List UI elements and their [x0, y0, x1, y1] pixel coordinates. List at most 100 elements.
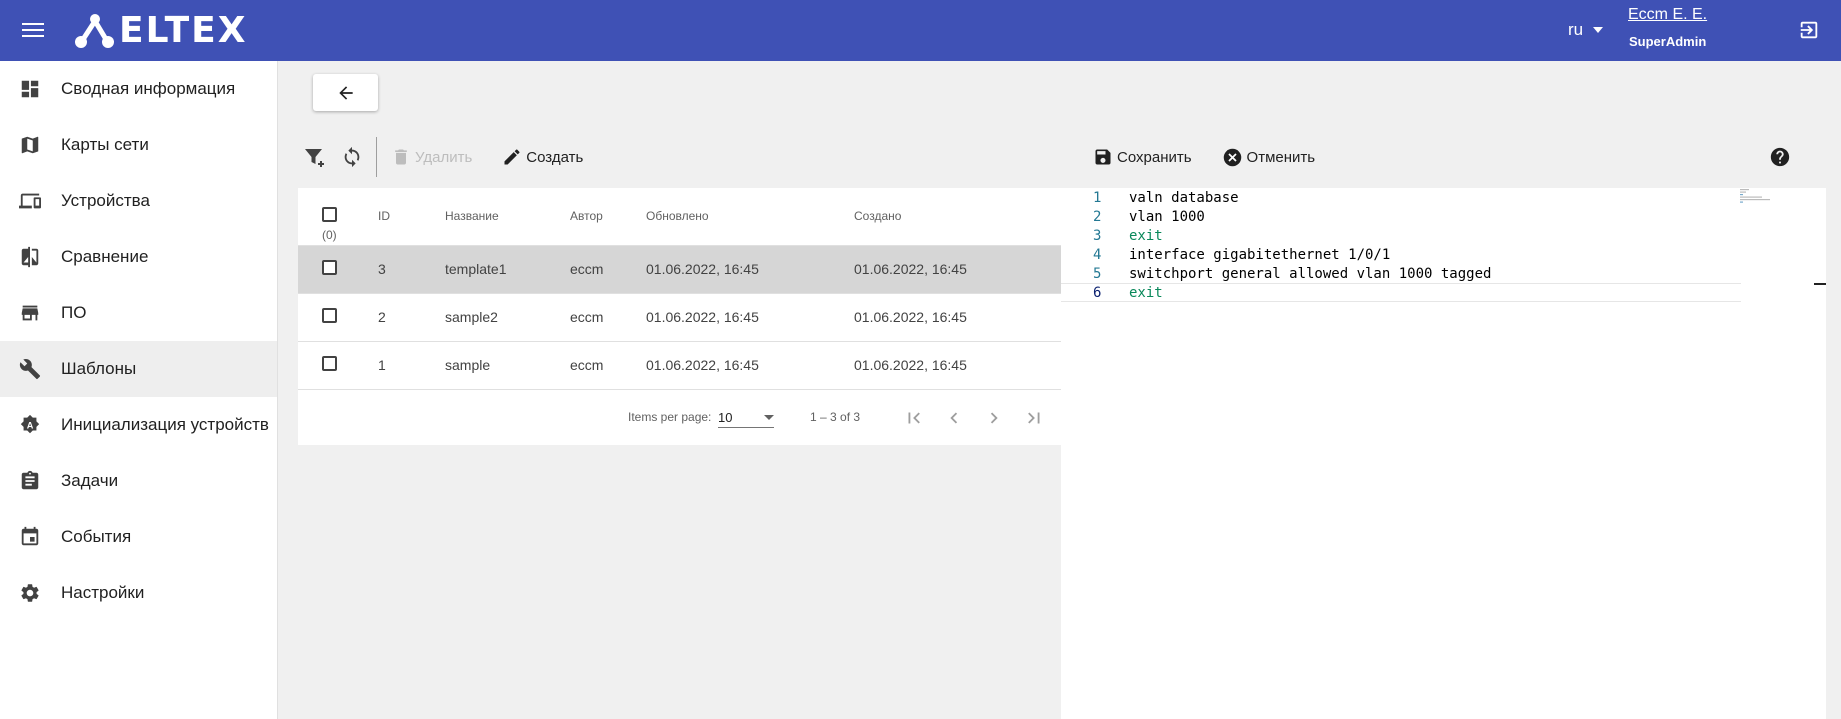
sidebar-item-compare[interactable]: Сравнение [0, 229, 277, 285]
page-range-label: 1 – 3 of 3 [810, 410, 861, 424]
select-all-checkbox[interactable] [322, 207, 337, 223]
code-line: 4 interface gigabitethernet 1/0/1 [1061, 245, 1741, 264]
sidebar-item-label: Сравнение [61, 247, 149, 266]
cell-created: 01.06.2022, 16:45 [854, 357, 967, 374]
sidebar-item-label: Сводная информация [61, 79, 236, 98]
help-icon[interactable] [1769, 146, 1791, 168]
chevron-down-icon [1593, 27, 1604, 33]
column-header-created[interactable]: Создано [854, 188, 1061, 245]
column-header-id[interactable]: ID [378, 188, 445, 245]
first-page-icon[interactable] [902, 406, 926, 430]
code-text: switchport general allowed vlan 1000 tag… [1129, 265, 1492, 282]
settings-gear-icon [18, 581, 42, 605]
table-header-row: (0) ID Название Автор Обновлено Создано [298, 188, 1061, 245]
sidebar-item-device-init[interactable]: A Инициализация устройств [0, 397, 277, 453]
row-checkbox[interactable] [322, 356, 337, 372]
code-text: interface gigabitethernet 1/0/1 [1129, 246, 1391, 263]
code-line: 5 switchport general allowed vlan 1000 t… [1061, 264, 1741, 283]
clipboard-icon [18, 469, 42, 493]
delete-button-label: Удалить [415, 148, 473, 166]
sidebar-item-summary[interactable]: Сводная информация [0, 61, 277, 117]
table-row[interactable]: 3 template1 eccm 01.06.2022, 16:45 01.06… [298, 245, 1061, 293]
floppy-disk-icon [1095, 149, 1111, 165]
sidebar-item-label: ПО [61, 303, 87, 322]
line-number: 3 [1093, 227, 1102, 244]
dashboard-icon [18, 77, 42, 101]
store-icon [18, 301, 42, 325]
sidebar-item-devices[interactable]: Устройства [0, 173, 277, 229]
user-role: SuperAdmin [1629, 34, 1707, 49]
row-checkbox[interactable] [322, 260, 337, 275]
sidebar-item-label: События [61, 527, 132, 546]
refresh-icon[interactable] [336, 141, 368, 173]
previous-page-icon[interactable] [942, 406, 966, 430]
editor-scrollbar-marker[interactable] [1814, 283, 1826, 285]
sidebar-item-software[interactable]: ПО [0, 285, 277, 341]
editor-toolbar: Сохранить Отменить [1093, 146, 1345, 168]
column-header-author[interactable]: Автор [570, 188, 646, 245]
cell-updated: 01.06.2022, 16:45 [646, 309, 759, 325]
pencil-icon [504, 149, 520, 165]
language-selector[interactable]: ru [1568, 20, 1604, 40]
init-gear-icon: A [18, 413, 42, 437]
cell-id: 1 [378, 357, 386, 374]
table-row[interactable]: 2 sample2 eccm 01.06.2022, 16:45 01.06.2… [298, 293, 1061, 341]
row-checkbox[interactable] [322, 308, 337, 323]
line-number: 4 [1093, 246, 1102, 263]
cancel-circle-icon [1223, 148, 1241, 166]
user-name-link[interactable]: Eccm E. E. [1628, 6, 1707, 24]
logo-text: ELTEX [119, 10, 248, 51]
map-icon [18, 133, 42, 157]
sidebar-item-network-maps[interactable]: Карты сети [0, 117, 277, 173]
sidebar-item-label: Шаблоны [61, 359, 137, 378]
editor-minimap[interactable] [1740, 188, 1790, 204]
eltex-logo: ELTEX [75, 10, 247, 52]
filter-add-icon[interactable] [298, 141, 330, 173]
code-text: vlan 1000 [1129, 208, 1205, 225]
back-button[interactable] [313, 74, 378, 111]
column-header-updated[interactable]: Обновлено [646, 188, 854, 245]
save-button-label: Сохранить [1117, 148, 1192, 166]
sidebar-item-templates[interactable]: Шаблоны [0, 341, 277, 397]
create-button[interactable]: Создать [502, 147, 583, 167]
delete-button[interactable]: Удалить [391, 147, 472, 167]
cell-name: sample2 [445, 309, 498, 325]
cell-id: 2 [378, 309, 386, 325]
top-app-bar: ELTEX ru Eccm E. E. SuperAdmin [0, 0, 1841, 61]
cell-author: eccm [570, 357, 604, 374]
code-editor[interactable]: 1 valn database 2 vlan 1000 3 exit 4 int… [1061, 188, 1826, 719]
column-header-name[interactable]: Название [445, 188, 570, 245]
sidebar-item-settings[interactable]: Настройки [0, 565, 277, 621]
sidebar-item-tasks[interactable]: Задачи [0, 453, 277, 509]
code-text: valn database [1129, 189, 1239, 206]
eltex-logo-mark-icon [75, 14, 114, 48]
cell-name: sample [445, 357, 491, 374]
sidebar-item-label: Инициализация устройств [61, 415, 269, 434]
create-button-label: Создать [526, 148, 584, 166]
sidebar-item-label: Настройки [61, 583, 145, 602]
page-size-select[interactable]: 10 [718, 408, 774, 428]
line-number: 2 [1093, 208, 1102, 225]
page-size-value: 10 [718, 410, 733, 425]
table-toolbar: Удалить Создать [298, 136, 613, 178]
calendar-icon [18, 525, 42, 549]
items-per-page-label: Items per page: [628, 410, 712, 424]
sidebar-item-events[interactable]: События [0, 509, 277, 565]
selected-count: (0) [322, 228, 337, 242]
code-text: exit [1129, 284, 1163, 301]
sidebar-item-label: Устройства [61, 191, 150, 210]
cancel-button[interactable]: Отменить [1222, 147, 1315, 168]
sidebar-item-label: Задачи [61, 471, 119, 490]
chevron-down-icon [764, 415, 774, 420]
table-row[interactable]: 1 sample eccm 01.06.2022, 16:45 01.06.20… [298, 341, 1061, 389]
logout-icon[interactable] [1798, 19, 1820, 41]
last-page-icon[interactable] [1022, 406, 1046, 430]
next-page-icon[interactable] [982, 406, 1006, 430]
cell-author: eccm [570, 261, 604, 277]
save-button[interactable]: Сохранить [1093, 147, 1192, 167]
language-label: ru [1568, 20, 1584, 39]
cell-created: 01.06.2022, 16:45 [854, 309, 967, 325]
code-line: 1 valn database [1061, 188, 1741, 207]
hamburger-menu-icon[interactable] [20, 19, 46, 41]
code-text: exit [1129, 227, 1163, 244]
